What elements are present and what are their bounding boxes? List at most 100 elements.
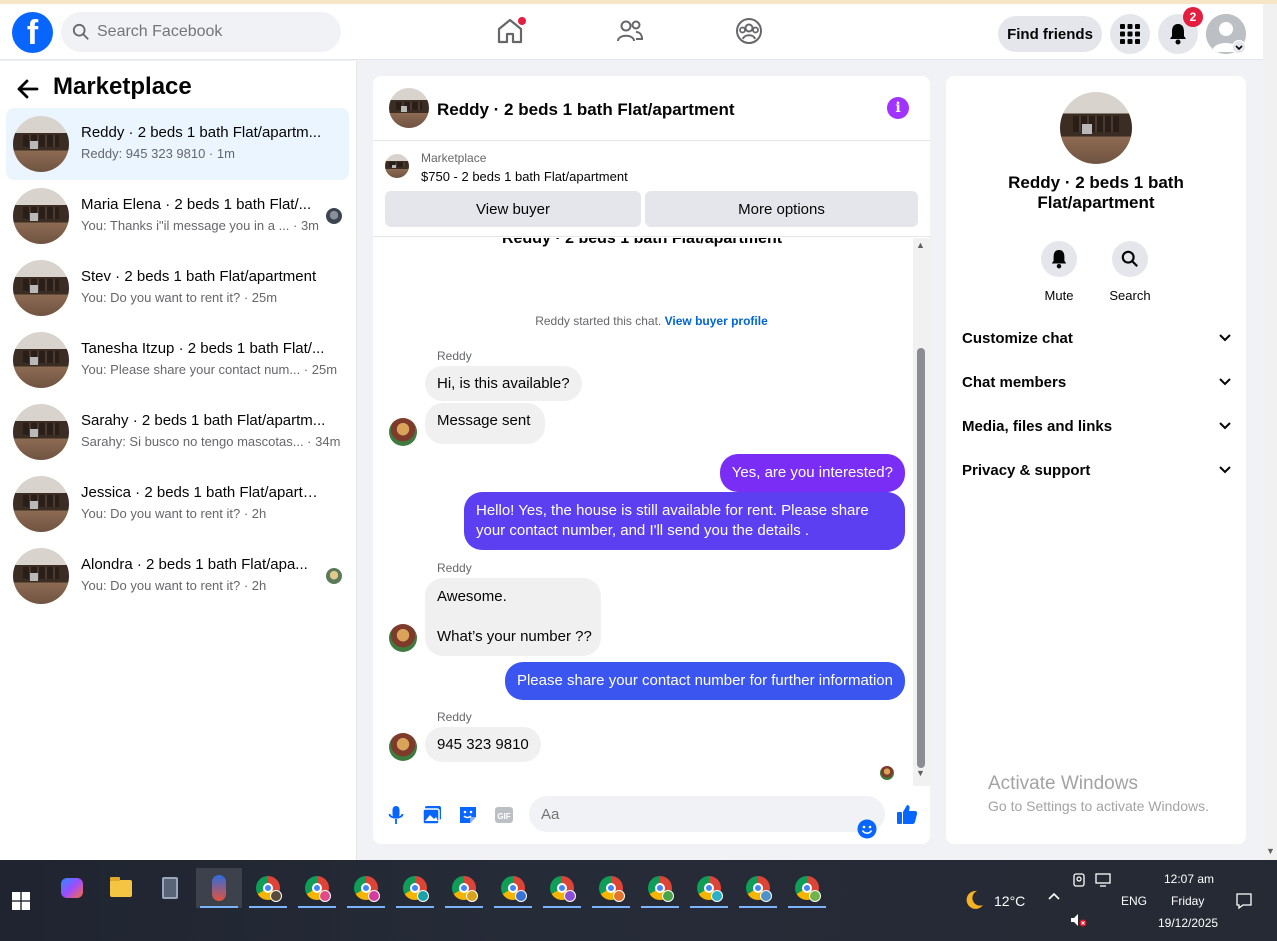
info-icon[interactable]: i	[887, 97, 909, 119]
sender-name: Reddy	[437, 561, 472, 575]
clock-date[interactable]: 19/12/2025	[1158, 916, 1218, 930]
gif-icon[interactable]: GIF	[493, 804, 515, 826]
listing-thumbnail	[13, 188, 69, 244]
outgoing-message[interactable]: Hello! Yes, the house is still available…	[464, 492, 905, 550]
mute-label: Mute	[1044, 288, 1074, 303]
snipping-tool-taskbar-icon[interactable]	[196, 868, 242, 908]
conversation-item-tanesha[interactable]: Tanesha Itzup · 2 beds 1 bath Flat/... Y…	[6, 324, 349, 396]
network-icon[interactable]	[1095, 872, 1113, 888]
outgoing-message[interactable]: Please share your contact number for fur…	[504, 662, 905, 700]
clock-day[interactable]: Friday	[1171, 894, 1204, 908]
profile-chevron[interactable]	[1232, 40, 1246, 54]
microphone-icon[interactable]	[385, 804, 407, 826]
reddy-avatar[interactable]	[389, 733, 417, 761]
marketplace-label: Marketplace	[421, 151, 487, 165]
page-scrollbar[interactable]: ▼	[1263, 4, 1277, 860]
listing-photo[interactable]	[1060, 92, 1132, 164]
listing-thumbnail	[13, 548, 69, 604]
incoming-message[interactable]: Awesome. What’s your number ??	[425, 578, 601, 656]
chat-members-row[interactable]: Chat members	[962, 374, 1232, 404]
message-line: What’s your number ??	[437, 628, 592, 645]
chrome-taskbar-icon-green[interactable]	[637, 868, 683, 908]
photo-icon[interactable]	[421, 804, 443, 826]
row-label: Customize chat	[962, 330, 1073, 347]
meet-now-icon[interactable]	[1071, 872, 1087, 888]
emoji-icon[interactable]	[857, 819, 877, 839]
scroll-down-arrow-icon[interactable]: ▼	[1266, 846, 1275, 856]
file-explorer-taskbar-icon[interactable]	[98, 868, 144, 908]
scroll-down-arrow-icon[interactable]: ▼	[916, 768, 925, 778]
watermark-subtitle: Go to Settings to activate Windows.	[988, 798, 1209, 814]
chat-scrollbar[interactable]: ▲ ▼	[913, 238, 930, 786]
reddy-avatar[interactable]	[389, 418, 417, 446]
clock-time[interactable]: 12:07 am	[1164, 872, 1214, 886]
groups-icon[interactable]	[734, 16, 764, 46]
view-buyer-button[interactable]: View buyer	[385, 191, 641, 227]
friends-icon[interactable]	[615, 16, 645, 46]
conversation-item-sarahy[interactable]: Sarahy · 2 beds 1 bath Flat/apartm... Sa…	[6, 396, 349, 468]
notification-center-icon[interactable]	[1235, 892, 1253, 910]
incoming-message[interactable]: Message sent	[425, 403, 546, 444]
search-input[interactable]	[97, 12, 327, 52]
thumbs-up-icon[interactable]	[896, 803, 918, 825]
chrome-taskbar-icon-sky[interactable]	[735, 868, 781, 908]
scrollbar-thumb[interactable]	[917, 348, 925, 768]
chrome-taskbar-icon-magenta[interactable]	[343, 868, 389, 908]
calculator-taskbar-icon[interactable]	[147, 868, 193, 908]
chat-title[interactable]: Reddy · 2 beds 1 bath Flat/apartment	[437, 100, 735, 120]
listing-title[interactable]: $750 - 2 beds 1 bath Flat/apartment	[421, 169, 628, 184]
marketplace-conversations-panel: Marketplace Reddy · 2 beds 1 bath Flat/a…	[0, 61, 357, 860]
search-in-chat-button[interactable]: Search	[1100, 241, 1160, 303]
chrome-taskbar-icon-purple[interactable]	[539, 868, 585, 908]
chrome-taskbar-icon-a[interactable]	[245, 868, 291, 908]
conversation-item-jessica[interactable]: Jessica · 2 beds 1 bath Flat/apartm... Y…	[6, 468, 349, 540]
chrome-taskbar-icon-blue[interactable]	[490, 868, 536, 908]
back-arrow-icon[interactable]	[17, 78, 39, 106]
view-buyer-profile-link[interactable]: View buyer profile	[665, 314, 768, 328]
svg-text:GIF: GIF	[497, 812, 510, 821]
conversation-item-stev[interactable]: Stev · 2 beds 1 bath Flat/apartment You:…	[6, 252, 349, 324]
message-input[interactable]	[529, 796, 885, 832]
volume-muted-icon[interactable]	[1069, 912, 1087, 928]
sticker-icon[interactable]	[457, 804, 479, 826]
read-receipt-avatar	[326, 568, 342, 584]
weather-temperature[interactable]: 12°C	[994, 893, 1025, 909]
show-hidden-icons-chevron[interactable]	[1047, 890, 1061, 907]
conversation-name: Maria Elena · 2 beds 1 bath Flat/...	[81, 196, 312, 213]
chrome-taskbar-icon-yellow[interactable]	[441, 868, 487, 908]
chrome-taskbar-icon-orange[interactable]	[588, 868, 634, 908]
conversation-item-maria-elena[interactable]: Maria Elena · 2 beds 1 bath Flat/... You…	[6, 180, 349, 252]
more-options-button[interactable]: More options	[645, 191, 918, 227]
menu-button[interactable]	[1110, 14, 1150, 54]
reddy-avatar[interactable]	[389, 624, 417, 652]
conversation-name: Alondra · 2 beds 1 bath Flat/apa...	[81, 556, 308, 573]
conversation-preview: You: Do you want to rent it? · 2h	[81, 506, 267, 521]
privacy-support-row[interactable]: Privacy & support	[962, 462, 1232, 492]
message-list: Reddy · 2 beds 1 bath Flat/apartment Red…	[373, 238, 913, 786]
incoming-message[interactable]: 945 323 9810	[425, 727, 541, 762]
search-facebook-box[interactable]	[61, 12, 341, 52]
find-friends-button[interactable]: Find friends	[998, 16, 1102, 52]
conversation-preview: Reddy: 945 323 9810 · 1m	[81, 146, 235, 161]
language-indicator[interactable]: ENG	[1121, 894, 1147, 908]
copilot-taskbar-icon[interactable]	[49, 868, 95, 908]
media-files-links-row[interactable]: Media, files and links	[962, 418, 1232, 448]
scroll-up-arrow-icon[interactable]: ▲	[916, 240, 925, 250]
listing-thumbnail	[389, 88, 429, 128]
conversation-preview: You: Thanks i"il message you in a ... · …	[81, 218, 320, 233]
chrome-taskbar-icon-teal[interactable]	[392, 868, 438, 908]
chrome-taskbar-icon-cyan[interactable]	[686, 868, 732, 908]
weather-moon-icon[interactable]	[962, 888, 986, 912]
facebook-logo[interactable]: f	[12, 12, 53, 53]
chrome-taskbar-icon-pink[interactable]	[294, 868, 340, 908]
windows-start-icon[interactable]	[12, 892, 30, 910]
incoming-message[interactable]: Hi, is this available?	[425, 366, 582, 401]
chrome-taskbar-icon-lime[interactable]	[784, 868, 830, 908]
marketplace-listing-bar: Marketplace $750 - 2 beds 1 bath Flat/ap…	[373, 142, 930, 237]
customize-chat-row[interactable]: Customize chat	[962, 330, 1232, 360]
conversation-item-alondra[interactable]: Alondra · 2 beds 1 bath Flat/apa... You:…	[6, 540, 349, 612]
chat-details-panel: Reddy · 2 beds 1 bath Flat/apartment Mut…	[946, 76, 1246, 844]
outgoing-message[interactable]: Yes, are you interested?	[719, 454, 905, 492]
conversation-item-reddy[interactable]: Reddy · 2 beds 1 bath Flat/apartm... Red…	[6, 108, 349, 180]
mute-button[interactable]: Mute	[1029, 241, 1089, 303]
